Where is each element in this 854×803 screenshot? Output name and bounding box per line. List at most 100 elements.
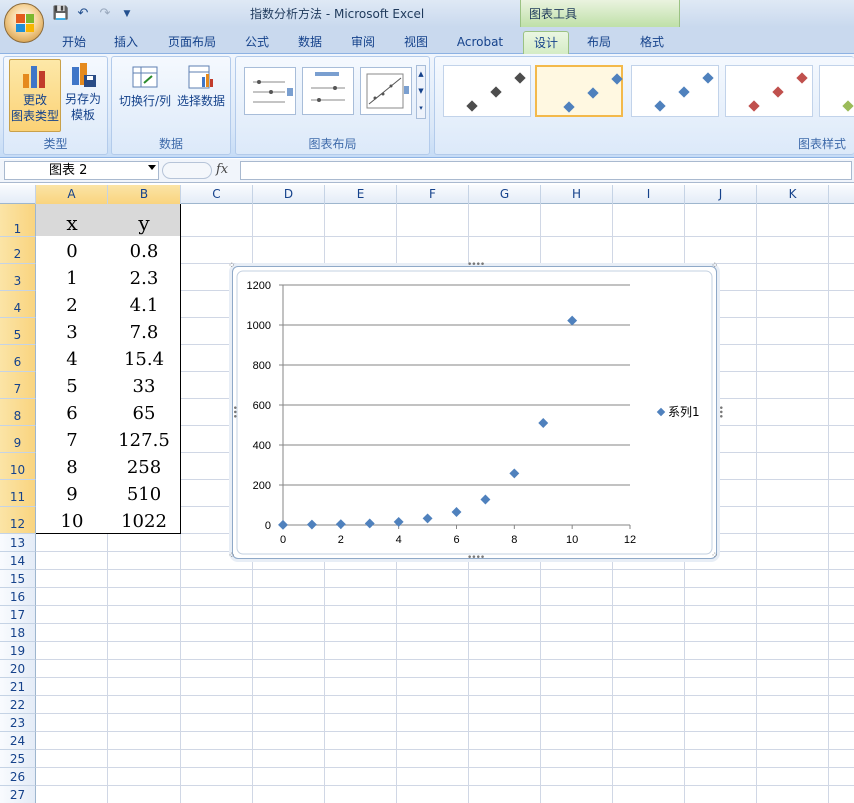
row-header[interactable]: 24 <box>0 732 36 750</box>
x-value-cell[interactable]: 7 <box>36 425 109 453</box>
layout-option-2[interactable] <box>302 67 354 115</box>
insert-function-button[interactable]: fx <box>216 162 228 177</box>
style-option-5[interactable] <box>819 65 854 117</box>
name-box[interactable]: 图表 2 <box>4 161 159 180</box>
x-value-cell[interactable]: 2 <box>36 290 109 318</box>
row-header[interactable]: 18 <box>0 624 36 642</box>
column-header[interactable]: E <box>325 185 397 204</box>
tab-acrobat[interactable]: Acrobat <box>448 31 512 54</box>
formula-expand-control[interactable] <box>162 162 212 179</box>
tab-formulas[interactable]: 公式 <box>234 31 280 54</box>
row-header[interactable]: 2 <box>0 237 36 264</box>
x-value-cell[interactable]: 4 <box>36 344 109 372</box>
row-header[interactable]: 13 <box>0 534 36 552</box>
x-value-cell[interactable]: 0 <box>36 236 109 264</box>
row-header[interactable]: 19 <box>0 642 36 660</box>
row-header[interactable]: 6 <box>0 345 36 372</box>
row-header[interactable]: 14 <box>0 552 36 570</box>
style-option-1[interactable] <box>443 65 531 117</box>
resize-handle-right[interactable]: ••• <box>715 405 725 418</box>
row-header[interactable]: 8 <box>0 399 36 426</box>
y-value-cell[interactable]: 4.1 <box>108 290 181 318</box>
row-header[interactable]: 5 <box>0 318 36 345</box>
layout-option-3[interactable] <box>360 67 412 115</box>
customize-qat-icon[interactable]: ▼ <box>118 5 136 23</box>
style-option-3[interactable] <box>631 65 719 117</box>
switch-row-column-button[interactable]: 切换行/列 <box>116 61 174 121</box>
name-box-dropdown-icon[interactable] <box>148 165 156 170</box>
save-as-template-button[interactable]: 另存为 模板 <box>61 59 105 132</box>
tab-review[interactable]: 审阅 <box>340 31 386 54</box>
row-header[interactable]: 27 <box>0 786 36 803</box>
x-value-cell[interactable]: 9 <box>36 479 109 507</box>
row-header[interactable]: 4 <box>0 291 36 318</box>
column-header[interactable]: H <box>541 185 613 204</box>
y-value-cell[interactable]: 258 <box>108 452 181 480</box>
undo-icon[interactable]: ↶ <box>74 5 92 23</box>
row-header[interactable]: 22 <box>0 696 36 714</box>
row-header[interactable]: 9 <box>0 426 36 453</box>
row-header[interactable]: 25 <box>0 750 36 768</box>
y-value-cell[interactable]: 7.8 <box>108 317 181 345</box>
column-header[interactable]: B <box>108 185 181 204</box>
save-icon[interactable]: 💾 <box>52 5 70 23</box>
header-cell-x[interactable]: x <box>36 204 109 237</box>
x-value-cell[interactable]: 3 <box>36 317 109 345</box>
y-value-cell[interactable]: 0.8 <box>108 236 181 264</box>
select-all-corner[interactable] <box>0 185 36 204</box>
column-header[interactable]: I <box>613 185 685 204</box>
y-value-cell[interactable]: 1022 <box>108 506 181 534</box>
y-value-cell[interactable]: 65 <box>108 398 181 426</box>
row-header[interactable]: 23 <box>0 714 36 732</box>
row-header[interactable]: 17 <box>0 606 36 624</box>
row-header[interactable]: 16 <box>0 588 36 606</box>
x-value-cell[interactable]: 5 <box>36 371 109 399</box>
y-value-cell[interactable]: 2.3 <box>108 263 181 291</box>
row-header[interactable]: 7 <box>0 372 36 399</box>
formula-input[interactable] <box>240 161 852 180</box>
y-value-cell[interactable]: 15.4 <box>108 344 181 372</box>
row-header[interactable]: 3 <box>0 264 36 291</box>
redo-icon[interactable]: ↷ <box>96 5 114 23</box>
tab-home[interactable]: 开始 <box>52 31 96 54</box>
style-option-4[interactable] <box>725 65 813 117</box>
x-value-cell[interactable]: 1 <box>36 263 109 291</box>
layout-gallery-scroll[interactable]: ▲ ▼ ▾ <box>416 65 426 119</box>
row-header[interactable]: 21 <box>0 678 36 696</box>
row-header[interactable]: 11 <box>0 480 36 507</box>
tab-format[interactable]: 格式 <box>629 31 675 54</box>
column-header[interactable]: F <box>397 185 469 204</box>
header-cell-y[interactable]: y <box>108 204 181 237</box>
tab-data[interactable]: 数据 <box>288 31 332 54</box>
select-data-button[interactable]: 选择数据 <box>174 61 228 121</box>
x-value-cell[interactable]: 8 <box>36 452 109 480</box>
row-header[interactable]: 26 <box>0 768 36 786</box>
y-value-cell[interactable]: 127.5 <box>108 425 181 453</box>
row-header[interactable]: 12 <box>0 507 36 534</box>
scatter-chart[interactable]: •••• •••• ••• ••• ⁘ ⁘ ⁘ ⁘ 0 200 400 600 800 1… <box>228 260 725 563</box>
style-option-2[interactable] <box>535 65 623 117</box>
x-value-cell[interactable]: 6 <box>36 398 109 426</box>
column-header[interactable]: G <box>469 185 541 204</box>
layout-option-1[interactable] <box>244 67 296 115</box>
row-header[interactable]: 1 <box>0 204 36 237</box>
tab-view[interactable]: 视图 <box>393 31 439 54</box>
column-header[interactable]: K <box>757 185 829 204</box>
change-chart-type-button[interactable]: 更改 图表类型 <box>9 59 61 132</box>
x-value-cell[interactable]: 10 <box>36 506 109 534</box>
row-header[interactable]: 20 <box>0 660 36 678</box>
column-header[interactable]: A <box>36 185 108 204</box>
tab-page-layout[interactable]: 页面布局 <box>157 31 227 54</box>
column-header[interactable]: D <box>253 185 325 204</box>
tab-insert[interactable]: 插入 <box>104 31 148 54</box>
layout-preview-icon <box>366 73 409 109</box>
column-header[interactable]: C <box>181 185 253 204</box>
tab-layout[interactable]: 布局 <box>577 31 621 54</box>
row-header[interactable]: 10 <box>0 453 36 480</box>
y-value-cell[interactable]: 510 <box>108 479 181 507</box>
office-button[interactable] <box>4 3 44 43</box>
y-value-cell[interactable]: 33 <box>108 371 181 399</box>
column-header[interactable]: J <box>685 185 757 204</box>
tab-design[interactable]: 设计 <box>523 31 569 54</box>
row-header[interactable]: 15 <box>0 570 36 588</box>
